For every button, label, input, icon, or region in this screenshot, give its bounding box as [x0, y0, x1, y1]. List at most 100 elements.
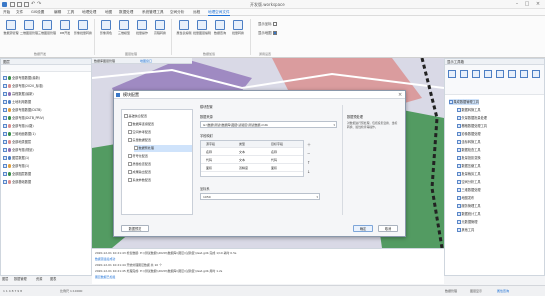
ribbon-batch-button[interactable]: 批量操作 — [134, 20, 150, 44]
ribbon-datasource-button[interactable]: 数据源管理 — [3, 20, 19, 44]
category-checkbox[interactable] — [128, 178, 132, 182]
toolbox-item[interactable]: 影像数据处理 — [457, 131, 481, 137]
layer-checkbox[interactable] — [3, 132, 7, 136]
layer-tree-item[interactable]: 全部专题数据(DLTB) — [3, 107, 42, 113]
layer-checkbox[interactable] — [3, 108, 7, 112]
ribbon-3d-layer-button[interactable]: 三维图层管理 — [38, 20, 56, 44]
status-tab-layers[interactable]: 图层显示 — [470, 289, 482, 293]
layer-tree-item[interactable]: 全部专题数据(最新) — [3, 75, 40, 81]
toolbox-item[interactable]: 数据转换工具 — [457, 107, 481, 113]
category-checkbox[interactable] — [128, 122, 132, 126]
ribbon-3d-model-button[interactable]: 三维模型 — [116, 20, 132, 44]
layer-tree-item[interactable]: 全部地类图层 — [3, 139, 31, 145]
ribbon-image-convert-button[interactable]: 影像批量转换 — [74, 20, 92, 44]
config-category-item[interactable]: 系统参数配置 — [128, 177, 151, 184]
layer-checkbox[interactable] — [3, 84, 7, 88]
layer-tree-item[interactable]: 高程数据(最新) — [3, 91, 34, 97]
category-checkbox[interactable] — [128, 170, 132, 174]
toolbox-tool-icon[interactable] — [496, 70, 504, 78]
config-category-item[interactable]: 数据库连接配置 — [128, 121, 154, 128]
toolbox-item[interactable]: 集成数据管理工具 — [449, 99, 479, 105]
layer-checkbox[interactable] — [3, 76, 7, 80]
toolbox-item[interactable]: 空间分析工具 — [457, 179, 481, 185]
status-tab-data[interactable]: 数据管理 — [445, 289, 457, 293]
menu-system-tools[interactable]: 系统管理工具 — [142, 10, 164, 15]
menu-remote[interactable]: 远程 — [193, 10, 200, 15]
category-checkbox[interactable] — [128, 154, 132, 158]
new-icon[interactable] — [10, 2, 15, 7]
config-category-item[interactable]: 矢量数据配置 — [128, 137, 151, 144]
ribbon-elevation-button[interactable]: 高程转换 — [152, 20, 168, 44]
layer-checkbox[interactable] — [3, 124, 7, 128]
tab-charts[interactable]: 图表 — [50, 276, 56, 281]
ribbon-batch-layer-button[interactable]: 批量图层编辑 — [193, 20, 211, 44]
toolbox-item[interactable]: 地图发布 — [457, 195, 474, 201]
layer-tree-item[interactable]: 全部基础数据 — [3, 179, 31, 185]
layer-checkbox[interactable] — [3, 156, 7, 160]
move-up-icon[interactable]: ↑ — [307, 160, 310, 165]
toolbox-tool-icon[interactable] — [448, 70, 456, 78]
add-row-icon[interactable]: ＋ — [307, 142, 311, 148]
toolbox-item[interactable]: 服务管理工具 — [457, 203, 481, 209]
category-checkbox[interactable] — [128, 162, 132, 166]
toolbox-tool-icon[interactable] — [472, 70, 480, 78]
ribbon-db-dev-button[interactable]: DB开发 — [57, 20, 73, 44]
cancel-button[interactable]: 取消 — [378, 225, 398, 232]
save-icon[interactable] — [24, 2, 29, 7]
menu-gis-settings[interactable]: GIS设置 — [31, 10, 44, 15]
layer-tree-item[interactable]: 全部专题(1) — [3, 163, 29, 169]
preview-button[interactable]: 数据预览 — [121, 225, 149, 232]
config-category-item[interactable]: 成果输出配置 — [128, 169, 151, 176]
category-checkbox[interactable] — [128, 130, 132, 134]
ribbon-image-color-button[interactable]: 影像调色 — [98, 20, 114, 44]
menu-edit[interactable]: 编辑 — [54, 10, 61, 15]
toolbox-tool-icon[interactable] — [532, 70, 540, 78]
toolbox-item[interactable]: 其他工具 — [457, 227, 474, 233]
toolbox-tool-icon[interactable] — [508, 70, 516, 78]
layer-checkbox[interactable] — [3, 100, 7, 104]
toolbox-item[interactable]: 三维数据处理 — [457, 187, 481, 193]
layer-checkbox[interactable] — [3, 140, 7, 144]
toolbox-tool-icon[interactable] — [484, 70, 492, 78]
ribbon-2d-layer-button[interactable]: 二维图层管理 — [20, 20, 38, 44]
config-category-item[interactable]: 基础信息配置 — [124, 113, 147, 120]
toolbox-item[interactable]: 坐标转换工具 — [457, 139, 481, 145]
layer-tree-item[interactable]: 全部专题(DLTB_PRIV) — [3, 115, 44, 121]
redo-icon[interactable]: ↷ — [37, 2, 42, 7]
layer-tree-item[interactable]: 图层数据(1) — [3, 155, 29, 161]
minimize-button[interactable]: – — [512, 1, 522, 8]
menu-data-processing[interactable]: 数据处理 — [119, 10, 133, 15]
tab-resources[interactable]: 资源 — [36, 276, 42, 281]
move-down-icon[interactable]: ↓ — [307, 169, 310, 174]
layer-checkbox[interactable] — [3, 116, 7, 120]
category-checkbox[interactable] — [128, 138, 132, 142]
layer-tree-item[interactable]: 全部图层数据 — [3, 171, 31, 177]
layer-checkbox[interactable] — [3, 180, 7, 184]
category-checkbox[interactable] — [124, 114, 128, 118]
config-category-item[interactable]: 空间参考配置 — [128, 129, 151, 136]
tab-map-window[interactable]: 地图窗口 — [140, 59, 152, 63]
ribbon-query-button[interactable]: 数据查询 — [212, 20, 228, 44]
ribbon-attr-table-button[interactable]: 属性表编辑 — [176, 20, 192, 44]
crs-combo[interactable]: 1050 ▾ — [200, 193, 320, 200]
show-coords-checkbox[interactable]: 显示坐标 — [258, 21, 277, 26]
remove-row-icon[interactable]: − — [307, 151, 310, 156]
toolbox-item[interactable]: 数据检查工具 — [457, 147, 481, 153]
open-icon[interactable] — [17, 2, 22, 7]
toolbox-tool-icon[interactable] — [460, 70, 468, 78]
toolbox-tool-icon[interactable] — [520, 70, 528, 78]
layer-checkbox[interactable] — [3, 164, 7, 168]
table-row[interactable]: 名称 文本 名称 — [201, 149, 303, 156]
menu-map[interactable]: 地图 — [105, 10, 112, 15]
layer-checkbox[interactable] — [3, 148, 7, 152]
menu-spatial-analysis[interactable]: 空间分析 — [170, 10, 184, 15]
layer-checkbox[interactable] — [3, 172, 7, 176]
layer-tree-item[interactable]: 全部专题(2020_标准) — [3, 83, 43, 89]
toolbox-item[interactable]: 数据统计工具 — [457, 211, 481, 217]
log-line[interactable]: 数据源连接成功 — [95, 257, 115, 261]
menu-start[interactable]: 开始 — [3, 10, 10, 15]
dialog-close-icon[interactable]: × — [398, 92, 402, 98]
toolbox-item[interactable]: 批量投影变换 — [457, 155, 481, 161]
toolbox-item[interactable]: 数据压缩工具 — [457, 163, 481, 169]
toolbox-item[interactable]: 批量裁剪工具 — [457, 171, 481, 177]
